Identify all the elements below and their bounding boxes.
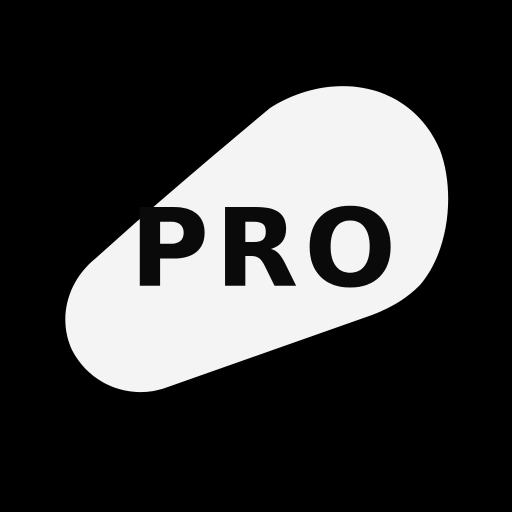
pro-badge-icon: [65, 86, 449, 393]
badge-shape: [65, 86, 449, 393]
pro-app-icon: PRO: [0, 0, 512, 512]
